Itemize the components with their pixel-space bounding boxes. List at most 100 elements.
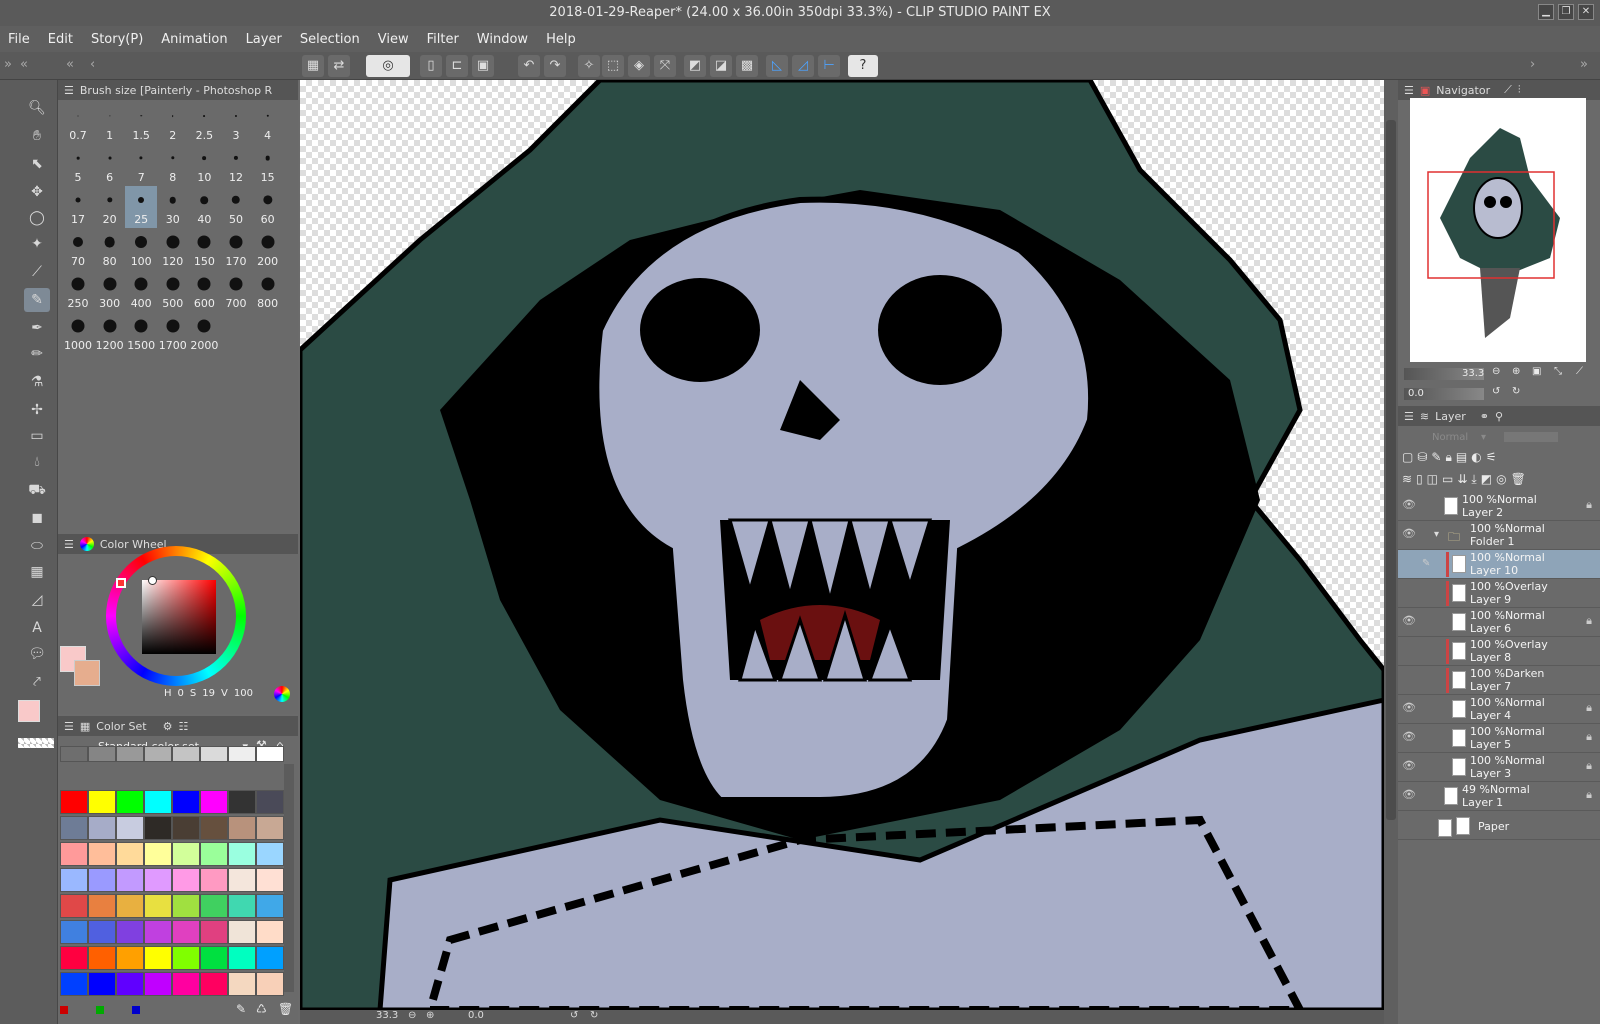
- color-swatch[interactable]: [116, 894, 144, 918]
- brush-size-option[interactable]: 400: [125, 270, 157, 312]
- mask-enable-icon[interactable]: ◐: [1471, 450, 1481, 465]
- color-swatch[interactable]: [172, 920, 200, 944]
- color-swatch[interactable]: [256, 790, 284, 814]
- brush-size-option[interactable]: 5: [62, 144, 94, 186]
- layer-row[interactable]: 👁︎ 100 %Normal Layer 4 🔒︎: [1398, 695, 1600, 724]
- visibility-eye-icon[interactable]: 👁︎: [1402, 701, 1416, 715]
- menu-view[interactable]: View: [378, 32, 409, 47]
- actual-size-icon[interactable]: ⤡: [1554, 366, 1562, 377]
- panel-left-icon[interactable]: «: [66, 57, 74, 72]
- pen-icon[interactable]: ✒: [24, 316, 50, 340]
- zoom-icon[interactable]: 🔍︎: [24, 96, 50, 120]
- color-swatch[interactable]: [172, 868, 200, 892]
- snap-ruler-icon[interactable]: ◺: [766, 55, 788, 77]
- visibility-eye-icon[interactable]: 👁︎: [1402, 759, 1416, 773]
- sub-color-preview[interactable]: [74, 660, 100, 686]
- brush-size-option[interactable]: 150: [188, 228, 220, 270]
- panel-menu-icon[interactable]: ☰: [64, 538, 74, 551]
- balloon-icon[interactable]: 💬︎: [24, 642, 50, 666]
- color-swatch[interactable]: [228, 842, 256, 866]
- brush-size-option[interactable]: 300: [94, 270, 126, 312]
- fill-bucket-icon[interactable]: ⛟: [24, 478, 50, 502]
- color-swatch[interactable]: [60, 790, 88, 814]
- decoration-icon[interactable]: ✢: [24, 398, 50, 422]
- color-swatch[interactable]: [116, 868, 144, 892]
- operation-icon[interactable]: ⬉: [24, 152, 50, 176]
- canvas[interactable]: [300, 80, 1384, 1010]
- canvas-vertical-scrollbar[interactable]: [1384, 80, 1398, 1024]
- color-swatch[interactable]: [200, 972, 228, 996]
- saturation-value-square[interactable]: [142, 580, 216, 654]
- color-swatch[interactable]: [172, 842, 200, 866]
- correct-line-icon[interactable]: ⤤: [24, 670, 50, 694]
- zoom-out-icon[interactable]: ⊖: [408, 1010, 416, 1021]
- blend-icon[interactable]: 💧︎: [24, 450, 50, 474]
- visibility-eye-icon[interactable]: 👁︎: [1402, 788, 1416, 802]
- layer-row[interactable]: 100 %Overlay Layer 8: [1398, 637, 1600, 666]
- color-swatch[interactable]: [200, 790, 228, 814]
- panel-menu-icon[interactable]: ☰: [1404, 84, 1414, 97]
- layer-row[interactable]: 👁︎ 100 %Normal Layer 6 🔒︎: [1398, 608, 1600, 637]
- airbrush-icon[interactable]: ⚗: [24, 370, 50, 394]
- color-swatch[interactable]: [60, 894, 88, 918]
- magic-wand-icon[interactable]: ✦: [24, 232, 50, 256]
- snap-grid-icon[interactable]: ⊢: [818, 55, 840, 77]
- text-icon[interactable]: A: [24, 616, 50, 640]
- menu-help[interactable]: Help: [546, 32, 576, 47]
- color-swatch[interactable]: [144, 816, 172, 840]
- color-swatch[interactable]: [144, 842, 172, 866]
- ruler-icon[interactable]: ◿: [24, 588, 50, 612]
- color-swatch[interactable]: [256, 816, 284, 840]
- brush-size-option[interactable]: 30: [157, 186, 189, 228]
- new-file-icon[interactable]: ▯: [420, 55, 442, 77]
- color-swatch[interactable]: [256, 746, 284, 762]
- color-swatch[interactable]: [60, 868, 88, 892]
- color-swatch[interactable]: [88, 894, 116, 918]
- delete-layer-icon[interactable]: 🗑︎: [1511, 472, 1526, 487]
- brush-size-option[interactable]: 7: [125, 144, 157, 186]
- brush-size-option[interactable]: 600: [188, 270, 220, 312]
- panel-menu-icon[interactable]: ☰: [64, 84, 74, 97]
- lock-icon[interactable]: 🔒︎: [1586, 498, 1592, 512]
- layer-stack-icon[interactable]: ≋: [1402, 472, 1412, 487]
- collapse-left2-icon[interactable]: «: [20, 57, 28, 72]
- menu-window[interactable]: Window: [477, 32, 528, 47]
- open-file-icon[interactable]: ⊏: [446, 55, 468, 77]
- color-mode-icon[interactable]: [274, 686, 290, 702]
- lock-transparency-icon[interactable]: ▤: [1456, 450, 1467, 465]
- figure-icon[interactable]: ⬭: [24, 534, 50, 558]
- color-swatch[interactable]: [144, 790, 172, 814]
- color-swatch[interactable]: [256, 972, 284, 996]
- create-mask-icon[interactable]: ◎: [1496, 472, 1506, 487]
- brush-size-option[interactable]: 2000: [188, 312, 220, 354]
- hue-handle[interactable]: [116, 578, 126, 588]
- hide-selection-icon[interactable]: ◩: [684, 55, 706, 77]
- fill-icon[interactable]: ◈: [628, 55, 650, 77]
- brush-size-option[interactable]: 1000: [62, 312, 94, 354]
- brush-size-option[interactable]: 4: [252, 102, 284, 144]
- settings-icon[interactable]: ⚙: [163, 720, 173, 733]
- menu-file[interactable]: File: [8, 32, 30, 47]
- color-swatch[interactable]: [88, 790, 116, 814]
- color-swatch[interactable]: [144, 746, 172, 762]
- draft-layer-icon[interactable]: ✎: [1431, 450, 1441, 465]
- selection-mode-icon[interactable]: ◪: [710, 55, 732, 77]
- color-swatch[interactable]: [200, 868, 228, 892]
- color-swatch[interactable]: [88, 972, 116, 996]
- color-swatch[interactable]: [88, 816, 116, 840]
- menu-animation[interactable]: Animation: [161, 32, 227, 47]
- list-icon[interactable]: ☷: [178, 720, 188, 733]
- lasso-icon[interactable]: ◯: [24, 206, 50, 230]
- sub-view-icon[interactable]: ⟋: [1504, 83, 1512, 97]
- layer-row[interactable]: 👁︎ 100 %Normal Layer 3 🔒︎: [1398, 753, 1600, 782]
- brush-size-option[interactable]: 250: [62, 270, 94, 312]
- brush-size-option[interactable]: 0.7: [62, 102, 94, 144]
- transfer-down-icon[interactable]: ⇊: [1457, 472, 1467, 487]
- redo-icon[interactable]: ↷: [544, 55, 566, 77]
- rotate-left-icon[interactable]: ↺: [570, 1010, 578, 1021]
- color-swatch[interactable]: [60, 816, 88, 840]
- color-swatch[interactable]: [116, 946, 144, 970]
- hand-icon[interactable]: ✋︎: [24, 124, 50, 148]
- color-swatch[interactable]: [172, 894, 200, 918]
- swatch-scrollbar[interactable]: [284, 764, 294, 992]
